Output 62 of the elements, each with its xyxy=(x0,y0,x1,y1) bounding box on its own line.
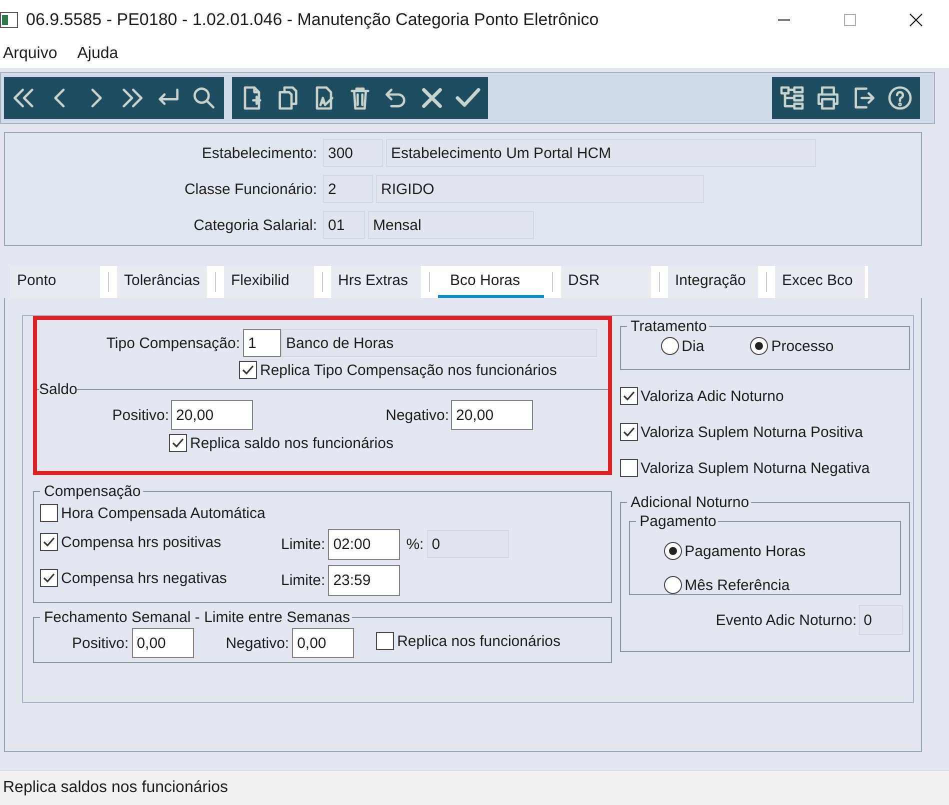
tab[interactable]: Hrs Extras xyxy=(331,266,421,298)
checkbox[interactable] xyxy=(169,434,187,452)
text-field[interactable]: 0,00 xyxy=(132,628,194,658)
checkbox[interactable] xyxy=(40,504,58,522)
window-title: 06.9.5585 - PE0180 - 1.02.01.046 - Manutenção Categoria Ponto Eletrônico xyxy=(26,10,600,30)
checkbox[interactable] xyxy=(376,632,394,650)
field-label: Positivo: xyxy=(111,406,170,424)
radio-button[interactable] xyxy=(750,337,768,355)
radio-label: Processo xyxy=(771,338,834,354)
field-label: Limite: xyxy=(281,572,326,588)
field-label: Negativo: xyxy=(384,406,450,424)
field-label: Categoria Salarial: xyxy=(192,216,318,234)
checkbox[interactable] xyxy=(239,361,257,379)
checkbox-label: Replica Tipo Compensação nos funcionários xyxy=(260,362,557,378)
checkbox[interactable] xyxy=(620,387,638,405)
checkbox-label: Valoriza Suplem Noturna Positiva xyxy=(640,424,863,440)
field-label: Limite: xyxy=(281,536,326,552)
radio-label: Pagamento Horas xyxy=(684,542,806,560)
tab[interactable]: Tolerâncias xyxy=(117,266,207,298)
group-title: Adicional Noturno xyxy=(630,494,750,511)
checkbox-label: Valoriza Adic Noturno xyxy=(640,388,784,404)
radio-button[interactable] xyxy=(664,542,682,560)
menu-item[interactable]: Arquivo xyxy=(3,45,58,63)
radio-button[interactable] xyxy=(664,576,682,594)
checkbox[interactable] xyxy=(620,423,638,441)
checkbox[interactable] xyxy=(40,569,58,587)
text-field[interactable]: 20,00 xyxy=(451,400,533,430)
field-label: Classe Funcionário: xyxy=(183,180,318,198)
group-title: Tratamento xyxy=(630,318,708,335)
tab[interactable]: Excec Bco xyxy=(775,266,865,298)
checkbox-label: Replica nos funcionários xyxy=(397,632,561,650)
radio-label: Mês Referência xyxy=(684,576,790,594)
radio-label: Dia xyxy=(682,338,704,354)
field-label: Tipo Compensação: xyxy=(105,334,241,352)
group-title: Fechamento Semanal - Limite entre Semanas xyxy=(43,609,351,626)
text-field[interactable]: 0,00 xyxy=(292,628,354,658)
menu-item[interactable]: Ajuda xyxy=(77,45,118,63)
field-label: Negativo: xyxy=(226,634,290,652)
checkbox-label: Replica saldo nos funcionários xyxy=(190,434,394,452)
status-bar: Replica saldos nos funcionários xyxy=(0,770,949,805)
field-label: Estabelecimento: xyxy=(200,144,318,162)
text-field[interactable]: 1 xyxy=(243,329,281,357)
field-label: %: xyxy=(406,536,424,552)
checkbox[interactable] xyxy=(40,533,58,551)
tab[interactable]: Integração xyxy=(668,266,758,298)
checkbox-label: Hora Compensada Automática xyxy=(61,504,266,522)
group-title: Compensação xyxy=(43,483,142,500)
checkbox-label: Compensa hrs negativas xyxy=(61,570,227,586)
checkbox-label: Compensa hrs positivas xyxy=(61,534,222,550)
tab[interactable]: Flexibilid xyxy=(224,266,314,298)
group-title: Pagamento xyxy=(638,513,718,530)
field-label: Positivo: xyxy=(72,634,129,652)
group-title: Saldo xyxy=(39,381,78,398)
tab[interactable]: DSR xyxy=(561,266,651,298)
text-field[interactable]: 20,00 xyxy=(171,400,253,430)
text-field[interactable]: 02:00 xyxy=(328,528,400,560)
checkbox[interactable] xyxy=(620,459,638,477)
text-field[interactable]: 23:59 xyxy=(328,564,400,596)
tab[interactable]: Ponto xyxy=(10,266,100,298)
radio-button[interactable] xyxy=(660,337,679,355)
checkbox-label: Valoriza Suplem Noturna Negativa xyxy=(640,460,870,476)
field-label: Evento Adic Noturno: xyxy=(716,612,857,628)
